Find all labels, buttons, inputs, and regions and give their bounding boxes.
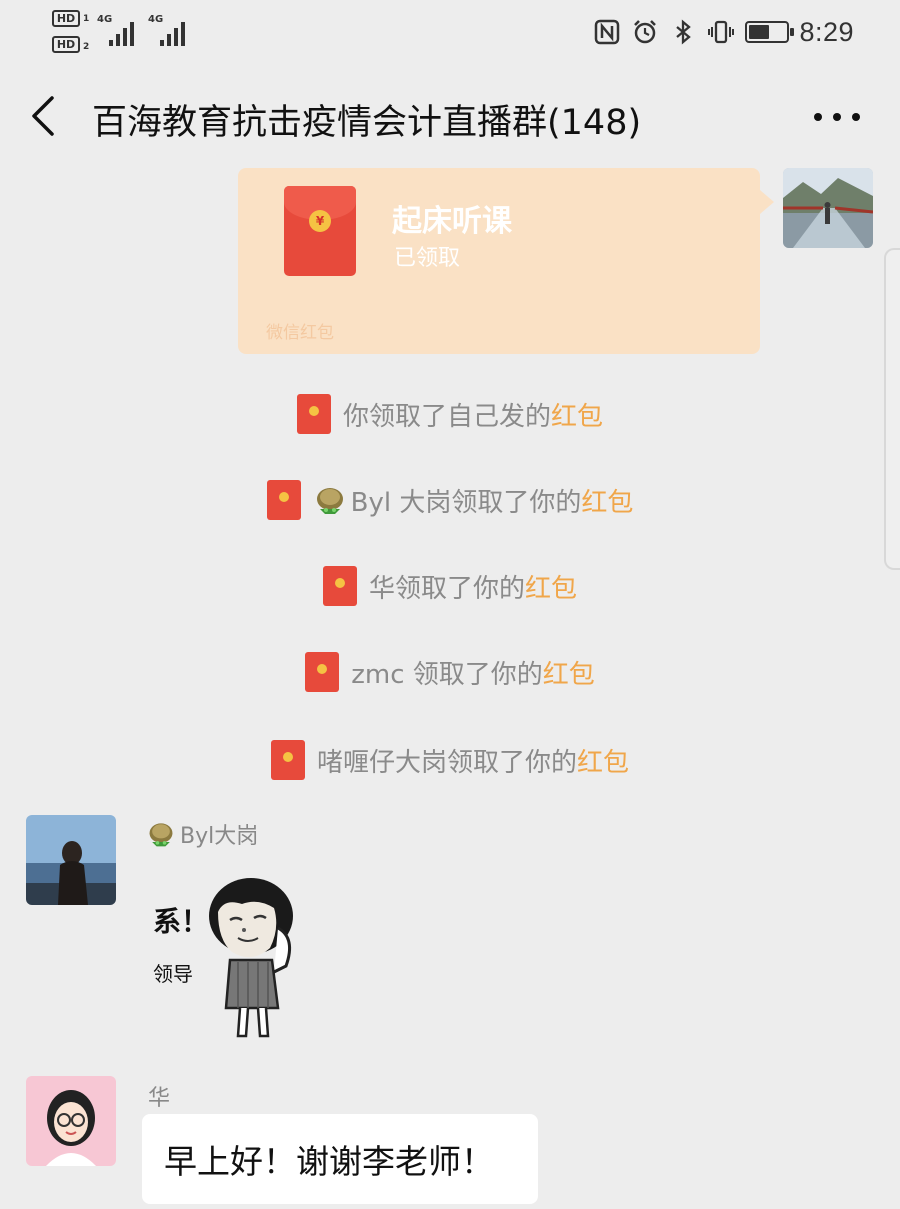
more-dots-icon [814,113,822,121]
avatar-byl[interactable] [26,815,116,905]
red-packet-mini-icon [270,740,305,780]
avatar-hua[interactable] [26,1076,116,1166]
yuan-coin-icon: ¥ [309,210,331,232]
red-packet-mini-icon [322,566,357,606]
red-packet-title: 起床听课 [392,204,512,239]
system-notice-text: 你领取了自己发的 [342,401,551,432]
chat-message-list[interactable]: ¥ 起床听课 已领取 微信红包 你领取了自己发的 红包 Byl 大岗领取了你的 红包… [0,168,900,1209]
red-packet-link[interactable]: 红包 [551,396,603,433]
red-packet-mini-icon [296,394,331,434]
battery-icon [745,21,795,43]
battery-level [749,25,769,39]
system-notice-text: Byl 大岗领取了你的 [350,487,582,518]
clock: 8:29 [799,16,854,47]
back-button[interactable] [22,92,66,140]
system-notice: 你领取了自己发的 红包 [0,392,900,436]
sticker-caption-sub: 领导 [153,962,193,986]
red-packet-message[interactable]: ¥ 起床听课 已领取 微信红包 [238,168,774,354]
vibrate-icon [707,17,735,47]
status-bar: HD 1 HD 2 4G 4G 8:29 [0,0,900,64]
hd-badge-sim2: HD [52,36,80,53]
system-notice: Byl 大岗领取了你的 红包 [0,478,900,522]
system-notice: 华领取了你的 红包 [0,564,900,608]
system-notice-text: 啫喱仔大岗领取了你的 [316,747,577,778]
red-packet-mini-icon [305,652,340,692]
hd-badge-sim1: HD [52,10,80,27]
system-notice-text: 华领取了你的 [368,573,525,604]
sender-name-text: Byl大岗 [180,824,259,849]
self-avatar[interactable] [783,168,873,248]
text-message-bubble[interactable]: 早上好！谢谢李老师！ [142,1114,538,1204]
alarm-icon [631,17,659,47]
beetle-emoji-icon [149,823,173,847]
sim2-signal-icon: 4G [148,14,192,46]
red-packet-status: 已领取 [394,246,461,271]
sim1-index: 1 [83,14,90,24]
system-notice-text: zmc 领取了你的 [351,659,543,690]
red-packet-link[interactable]: 红包 [581,482,633,519]
red-packet-mini-icon [266,480,301,520]
sender-name-text: 华 [148,1086,171,1111]
system-notice: zmc 领取了你的 红包 [0,650,900,694]
bluetooth-icon [669,17,697,47]
red-packet-footer: 微信红包 [266,323,334,343]
sim1-signal-icon: 4G [97,14,141,46]
nfc-icon [593,17,621,47]
red-envelope-icon: ¥ [284,186,356,276]
back-arrow-icon [32,96,54,136]
sticker-message[interactable]: 系！ 领导 [146,868,316,1048]
more-options-button[interactable] [814,100,860,134]
sticker-caption-main: 系！ [153,905,210,938]
sender-name: 华 [148,1080,170,1112]
system-notice: 啫喱仔大岗领取了你的 红包 [0,738,900,782]
message-text: 早上好！谢谢李老师！ [164,1142,494,1181]
sender-name: Byl大岗 [146,818,258,850]
red-packet-link[interactable]: 红包 [543,654,595,691]
chat-title: 百海教育抗击疫情会计直播群(148) [92,103,642,143]
hd-voice-indicators: HD 1 HD 2 [52,8,92,56]
red-packet-link[interactable]: 红包 [577,742,629,779]
beetle-emoji-icon [316,488,343,514]
red-packet-link[interactable]: 红包 [525,568,577,605]
chat-header: 百海教育抗击疫情会计直播群(148) [0,64,900,168]
status-icons: 8:29 [593,14,854,50]
sim2-index: 2 [83,42,90,52]
